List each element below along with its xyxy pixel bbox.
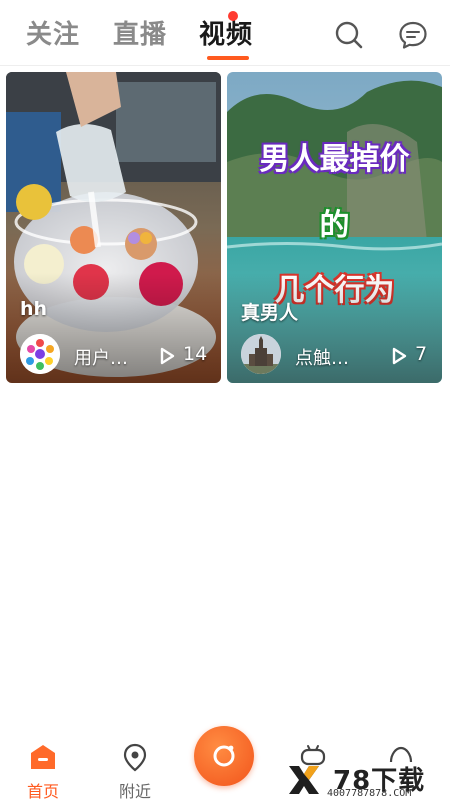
tab-follow[interactable]: 关注 [26,14,80,51]
home-icon [31,745,55,769]
play-icon [392,347,407,365]
location-pin-icon [123,743,147,772]
avatar[interactable] [20,334,60,374]
active-tab-indicator [207,56,249,60]
message-icon[interactable] [398,20,428,50]
video-title: hh [20,298,48,320]
tab-video[interactable]: 视频 [199,14,253,51]
watermark: 78下载 4007787878.COM [285,762,450,800]
overlay-caption-line: 男人最掉价 [259,142,410,177]
top-bar: 关注 直播 视频 [0,0,450,66]
overlay-caption-line: 的 [319,208,350,243]
nav-home-label: 首页 [26,782,59,800]
nav-nearby-label: 附近 [118,782,151,800]
watermark-url: 4007787878.COM [327,788,412,799]
nav-nearby[interactable]: 附近 [100,738,170,800]
video-card[interactable]: 男人最掉价 的 几个行为 真男人 点触… 7 [227,72,442,383]
play-count: 7 [415,343,428,365]
tab-live[interactable]: 直播 [113,14,167,51]
video-card[interactable]: hh 用户… 14 [6,72,221,383]
notification-dot [228,11,238,21]
username[interactable]: 点触… [295,344,349,370]
video-title: 真男人 [241,302,299,324]
search-icon[interactable] [334,20,364,50]
camera-icon [213,745,235,767]
play-icon [160,347,175,365]
username[interactable]: 用户… [74,344,128,370]
watermark-logo-icon [289,766,319,794]
record-button[interactable] [194,726,254,786]
nav-home[interactable]: 首页 [8,738,78,800]
avatar[interactable] [241,334,281,374]
play-count: 14 [183,343,208,365]
